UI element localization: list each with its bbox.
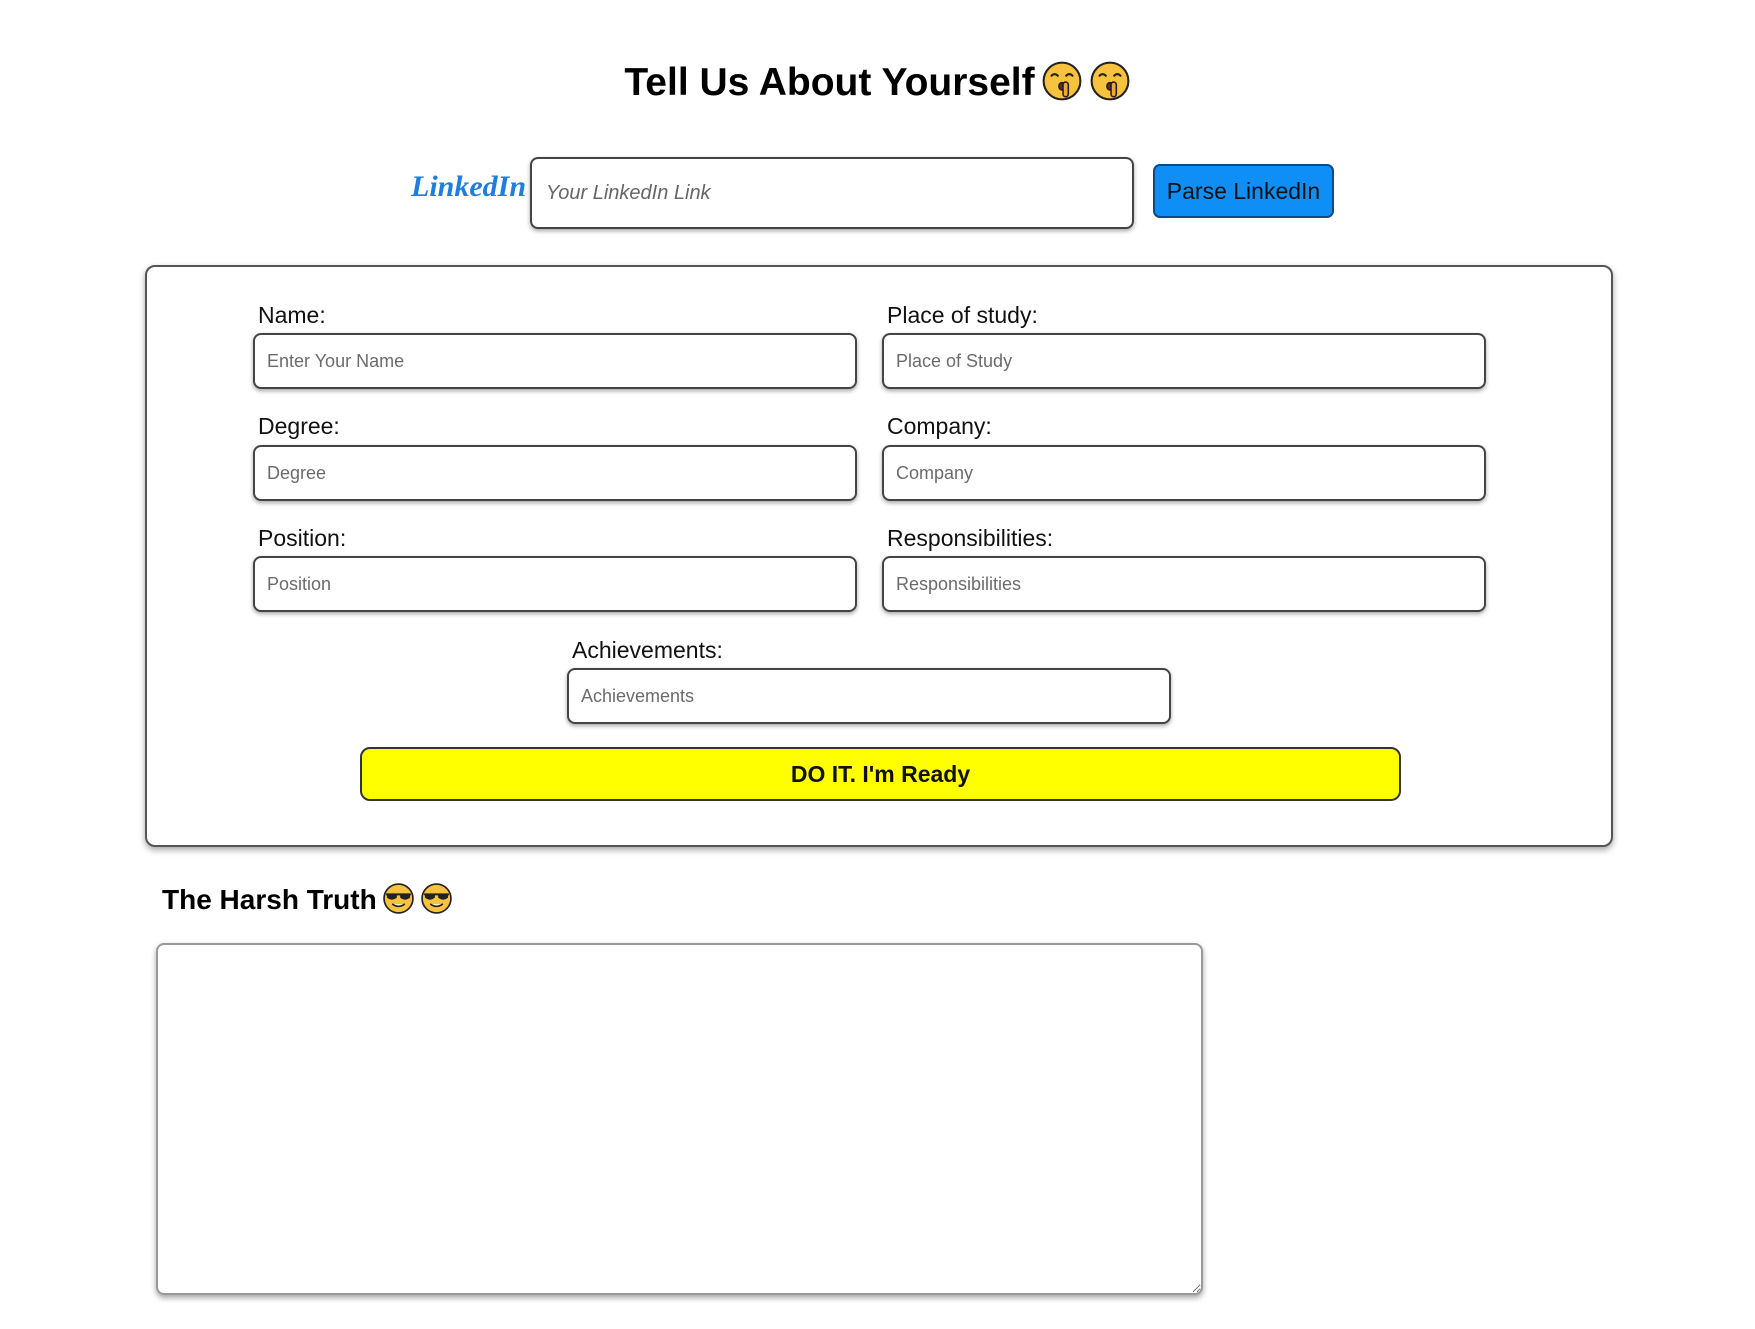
linkedin-url-input[interactable] xyxy=(530,157,1134,229)
submit-button[interactable]: DO IT. I'm Ready xyxy=(360,747,1401,801)
name-input[interactable] xyxy=(253,333,857,389)
degree-label: Degree: xyxy=(258,413,340,439)
shushing-face-icon xyxy=(1041,60,1083,102)
responsibilities-input[interactable] xyxy=(882,556,1486,612)
profile-form: Name: Place of study: Degree: Company: P… xyxy=(145,265,1613,847)
result-title: The Harsh Truth xyxy=(162,880,453,920)
place-of-study-input[interactable] xyxy=(882,333,1486,389)
result-title-text: The Harsh Truth xyxy=(162,884,377,915)
name-label: Name: xyxy=(258,302,326,328)
achievements-label: Achievements: xyxy=(572,637,723,663)
achievements-input[interactable] xyxy=(567,668,1171,724)
shushing-face-icon xyxy=(1089,60,1131,102)
company-label: Company: xyxy=(887,413,992,439)
page-title-text: Tell Us About Yourself xyxy=(624,61,1035,104)
sunglasses-face-icon xyxy=(420,882,453,915)
sunglasses-face-icon xyxy=(382,882,415,915)
company-input[interactable] xyxy=(882,445,1486,501)
place-of-study-label: Place of study: xyxy=(887,302,1038,328)
position-input[interactable] xyxy=(253,556,857,612)
parse-linkedin-button[interactable]: Parse LinkedIn xyxy=(1153,164,1334,218)
page-title: Tell Us About Yourself xyxy=(0,58,1755,108)
linkedin-logo: LinkedIn xyxy=(411,170,527,203)
degree-input[interactable] xyxy=(253,445,857,501)
responsibilities-label: Responsibilities: xyxy=(887,525,1054,551)
result-textarea[interactable] xyxy=(156,943,1203,1295)
position-label: Position: xyxy=(258,525,347,551)
